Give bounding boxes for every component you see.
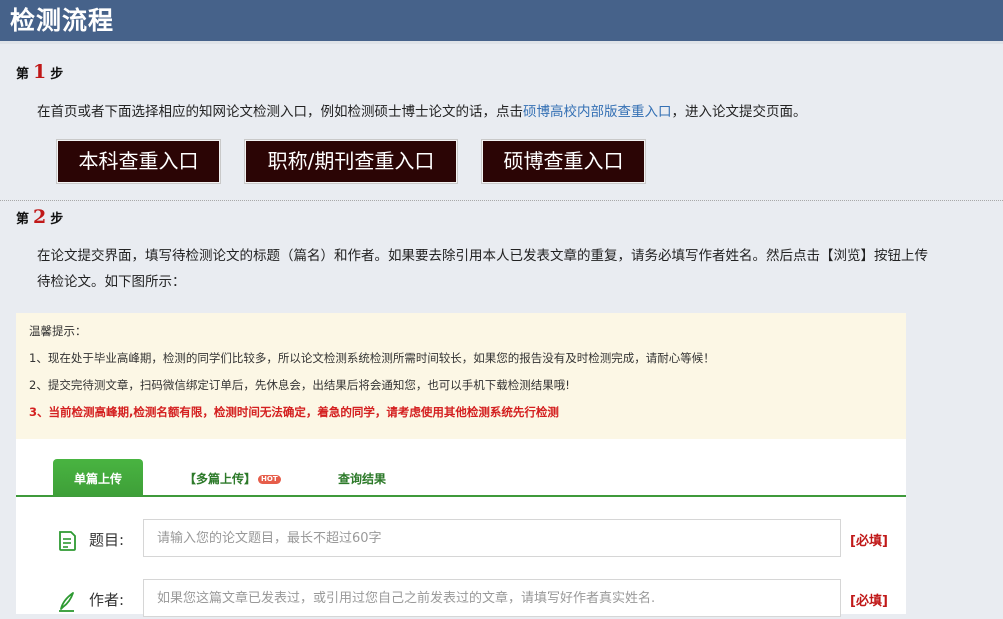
title-journal-check-button[interactable]: 职称/期刊查重入口 — [245, 140, 457, 183]
hot-badge: HOT — [258, 475, 281, 484]
author-row: 作者: 如果您这篇文章已发表过，或引用过您自己之前发表过的文章，请填写好作者真实… — [16, 579, 906, 619]
title-input[interactable]: 请输入您的论文题目，最长不超过60字 — [143, 519, 841, 557]
step-2-prefix: 第 — [16, 212, 30, 227]
step-divider — [0, 200, 1003, 201]
step-1-number: 1 — [33, 61, 47, 83]
step-1-text: 在首页或者下面选择相应的知网论文检测入口，例如检测硕士博士论文的话，点击 — [37, 104, 523, 120]
masters-phd-entry-link[interactable]: 硕博高校内部版查重入口 — [523, 104, 672, 120]
notice-line-1: 1、现在处于毕业高峰期，检测的同学们比较多，所以论文检测系统检测所需时间较长，如… — [29, 351, 715, 365]
step-2-number: 2 — [33, 206, 47, 228]
page-title: 检测流程 — [10, 6, 115, 35]
step-1-text-end: ，进入论文提交页面。 — [671, 104, 807, 120]
pen-icon — [59, 592, 74, 612]
tab-single-upload[interactable]: 单篇上传 — [53, 459, 143, 496]
tabs-underline — [16, 495, 906, 497]
step-2-suffix: 步 — [50, 212, 64, 227]
author-input[interactable]: 如果您这篇文章已发表过，或引用过您自己之前发表过的文章，请填写好作者真实姓名. — [143, 579, 841, 617]
title-label: 题目: — [89, 531, 125, 549]
upload-panel: 温馨提示： 1、现在处于毕业高峰期，检测的同学们比较多，所以论文检测系统检测所需… — [16, 313, 906, 617]
title-row: 题目: 请输入您的论文题目，最长不超过60字 [必填] — [16, 519, 906, 559]
tab-multi-upload-label: 【多篇上传】 — [184, 472, 257, 486]
upload-tabs: 单篇上传 【多篇上传】 HOT 查询结果 — [16, 458, 906, 498]
notice-box: 温馨提示： 1、现在处于毕业高峰期，检测的同学们比较多，所以论文检测系统检测所需… — [16, 313, 906, 439]
tab-multi-upload[interactable]: 【多篇上传】 HOT — [184, 459, 281, 496]
author-label: 作者: — [89, 591, 125, 609]
masters-phd-check-button[interactable]: 硕博查重入口 — [482, 140, 645, 183]
author-required-tag: [必填] — [850, 594, 888, 609]
step-1-prefix: 第 — [16, 67, 30, 82]
undergrad-check-button[interactable]: 本科查重入口 — [57, 140, 220, 183]
title-required-tag: [必填] — [850, 534, 888, 549]
document-edit-icon — [59, 531, 76, 551]
step-1-description: 在首页或者下面选择相应的知网论文检测入口，例如检测硕士博士论文的话，点击硕博高校… — [37, 99, 807, 126]
notice-title: 温馨提示： — [29, 324, 87, 338]
notice-line-3: 3、当前检测高峰期,检测名额有限，检测时间无法确定，着急的同学，请考虑使用其他检… — [29, 405, 559, 419]
notice-line-2: 2、提交完待测文章，扫码微信绑定订单后，先休息会，出结果后将会通知您，也可以手机… — [29, 378, 570, 392]
step-2-description-line1: 在论文提交界面，填写待检测论文的标题（篇名）和作者。如果要去除引用本人已发表文章… — [37, 248, 928, 264]
step-2-label: 第2步 — [16, 206, 63, 228]
step-2-description-line2: 待检论文。如下图所示： — [37, 274, 186, 290]
tab-query-results[interactable]: 查询结果 — [338, 459, 386, 496]
page-header: 检测流程 — [0, 0, 1003, 44]
step-1-suffix: 步 — [50, 67, 64, 82]
step-1-label: 第1步 — [16, 61, 63, 83]
